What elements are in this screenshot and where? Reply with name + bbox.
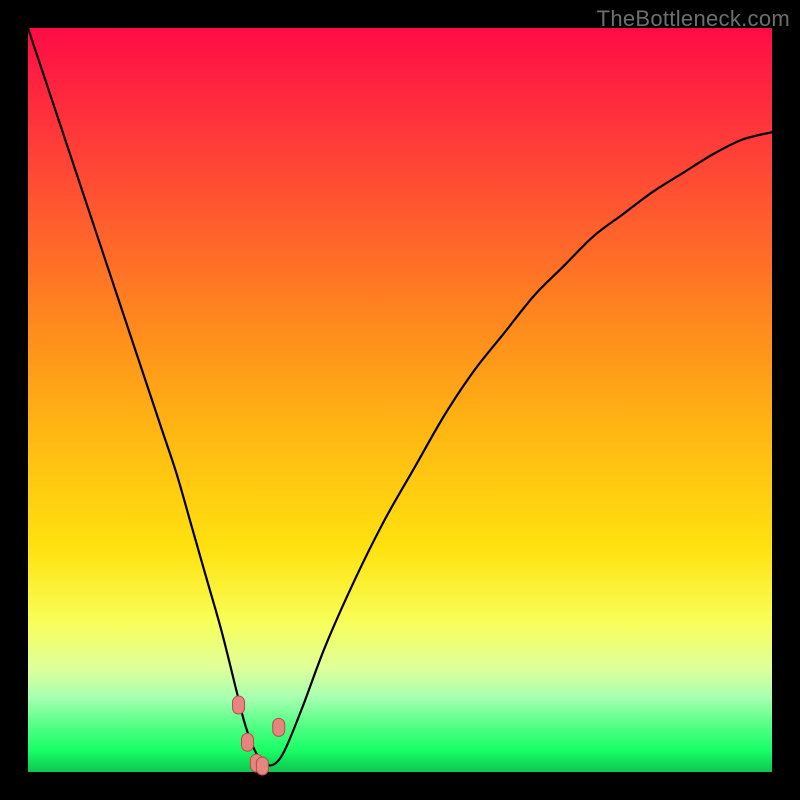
- curve-marker: [241, 733, 253, 751]
- bottleneck-curve-plot: [28, 28, 772, 772]
- chart-panel: [28, 28, 772, 772]
- curve-marker: [256, 757, 268, 775]
- curve-marker: [273, 718, 285, 736]
- curve-marker: [233, 696, 245, 714]
- bottleneck-curve: [28, 28, 772, 765]
- watermark-text: TheBottleneck.com: [597, 6, 790, 32]
